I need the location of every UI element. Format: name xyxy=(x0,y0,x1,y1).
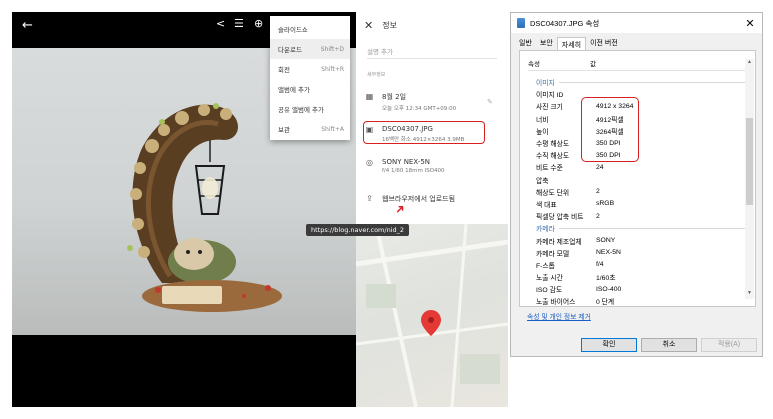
upload-icon: ⇪ xyxy=(366,194,373,203)
description-input[interactable]: 설명 추가 xyxy=(367,46,393,56)
remove-properties-link[interactable]: 속성 및 개인 정보 제거 xyxy=(527,311,591,321)
info-upload-row: ⇪ 웹브라우저에서 업로드됨 xyxy=(365,194,455,204)
cancel-button[interactable]: 취소 xyxy=(641,338,697,352)
share-icon[interactable]: < xyxy=(216,17,225,30)
edit-pencil-icon[interactable]: ✎ xyxy=(487,98,493,106)
location-map[interactable] xyxy=(356,224,508,407)
table-row[interactable]: 너비 4912픽셀 xyxy=(536,113,746,125)
table-row[interactable]: 카메라 제조업체 SONY xyxy=(536,234,746,246)
close-icon[interactable]: ✕ xyxy=(738,17,762,30)
table-row[interactable]: 해상도 단위 2 xyxy=(536,186,746,198)
table-row[interactable]: 높이 3264픽셀 xyxy=(536,125,746,137)
menu-item-archive[interactable]: 보관 Shift+A xyxy=(270,119,350,139)
image-file-icon xyxy=(517,18,525,28)
dialog-titlebar: DSC04307.JPG 속성 ✕ xyxy=(511,13,762,33)
image-size-highlight xyxy=(581,97,639,162)
vertical-scrollbar[interactable]: ▲ ▼ xyxy=(745,59,754,299)
properties-dialog: DSC04307.JPG 속성 ✕ 일반 보안 자세히 이전 버전 속성 값 이… xyxy=(510,12,763,357)
zoom-icon[interactable]: ⊕ xyxy=(254,17,263,30)
section-image: 이미지 xyxy=(536,76,746,88)
table-row[interactable]: 압축 xyxy=(536,174,746,186)
upload-source-text: 웹브라우저에서 업로드됨 xyxy=(382,195,456,203)
scrollbar-thumb[interactable] xyxy=(746,118,753,205)
more-options-menu: 슬라이드쇼 다운로드 Shift+D 회전 Shift+R 앨범에 추가 공유 … xyxy=(270,16,350,140)
details-panel: 속성 값 이미지 이미지 ID 사진 크기 4912 x 3264 너비 4912픽… xyxy=(519,50,756,307)
camera-settings-text: f/4 1/60 18mm ISO400 xyxy=(382,168,445,174)
table-row[interactable]: 수직 해상도 350 DPI xyxy=(536,149,746,161)
table-row[interactable]: 수평 해상도 350 DPI xyxy=(536,137,746,149)
table-row[interactable]: ISO 감도 ISO-400 xyxy=(536,283,746,295)
info-header: ✕ 정보 xyxy=(364,19,397,32)
column-property[interactable]: 속성 xyxy=(528,58,590,70)
ok-button[interactable]: 확인 xyxy=(581,338,637,352)
section-camera: 카메라 xyxy=(536,222,746,234)
details-section-label: 세부정보 xyxy=(367,72,386,78)
tab-previous-versions[interactable]: 이전 버전 xyxy=(586,36,622,51)
table-row[interactable]: F-스톱 f/4 xyxy=(536,259,746,271)
date-text: 8월 2일 xyxy=(382,93,407,101)
info-camera-row: ◎ SONY NEX-5N f/4 1/60 18mm ISO400 xyxy=(365,158,445,174)
time-text: 오늘 오후 12:34 GMT+09:00 xyxy=(382,106,457,112)
menu-item-rotate[interactable]: 회전 Shift+R xyxy=(270,59,350,79)
info-panel: ✕ 정보 설명 추가 세부정보 ▦ 8월 2일 오늘 오후 12:34 GMT+… xyxy=(356,12,508,407)
column-value[interactable]: 값 xyxy=(590,58,596,70)
aperture-icon: ◎ xyxy=(366,158,373,167)
apply-button[interactable]: 적용(A) xyxy=(701,338,757,352)
menu-item-slideshow[interactable]: 슬라이드쇼 xyxy=(270,19,350,39)
adjust-icon[interactable]: ☰ xyxy=(234,17,244,30)
dialog-tabs: 일반 보안 자세히 이전 버전 xyxy=(515,36,622,52)
table-row[interactable]: 노출 시간 1/60초 xyxy=(536,271,746,283)
menu-item-add-to-album[interactable]: 앨범에 추가 xyxy=(270,79,350,99)
back-arrow-icon[interactable]: ← xyxy=(22,18,33,33)
link-tooltip: https://blog.naver.com/nid_2 xyxy=(306,224,409,236)
table-row[interactable]: 노출 바이어스 0 단계 xyxy=(536,295,746,307)
table-row[interactable]: 사진 크기 4912 x 3264 xyxy=(536,100,746,112)
tab-general[interactable]: 일반 xyxy=(515,36,536,51)
scroll-up-icon[interactable]: ▲ xyxy=(745,59,754,68)
photo-viewer: ← < ☰ ⊕ 슬라이드쇼 다운로드 Shift+D 회전 Shift+R 앨범… xyxy=(12,12,356,407)
table-row[interactable]: 이미지 ID xyxy=(536,88,746,100)
column-header: 속성 값 xyxy=(528,58,750,71)
scroll-down-icon[interactable]: ▼ xyxy=(745,290,754,299)
info-date-row: ▦ 8월 2일 오늘 오후 12:34 GMT+09:00 xyxy=(365,92,456,112)
close-icon[interactable]: ✕ xyxy=(364,19,373,32)
menu-item-add-to-shared-album[interactable]: 공유 앨범에 추가 xyxy=(270,99,350,119)
description-underline xyxy=(367,58,497,59)
info-title: 정보 xyxy=(382,21,397,30)
table-row[interactable]: 비트 수준 24 xyxy=(536,161,746,173)
table-row[interactable]: 카메라 모델 NEX-5N xyxy=(536,247,746,259)
camera-model-text: SONY NEX-5N xyxy=(382,158,431,166)
menu-item-download[interactable]: 다운로드 Shift+D xyxy=(270,39,350,59)
file-info-highlight xyxy=(363,121,485,144)
tab-security[interactable]: 보안 xyxy=(536,36,557,51)
dialog-title: DSC04307.JPG 속성 xyxy=(530,18,600,28)
property-list: 이미지 이미지 ID 사진 크기 4912 x 3264 너비 4912픽셀 높이 3… xyxy=(536,76,746,308)
table-row[interactable]: 픽셀당 압축 비트 2 xyxy=(536,210,746,222)
table-row[interactable]: 색 대표 sRGB xyxy=(536,198,746,210)
calendar-icon: ▦ xyxy=(365,92,374,101)
